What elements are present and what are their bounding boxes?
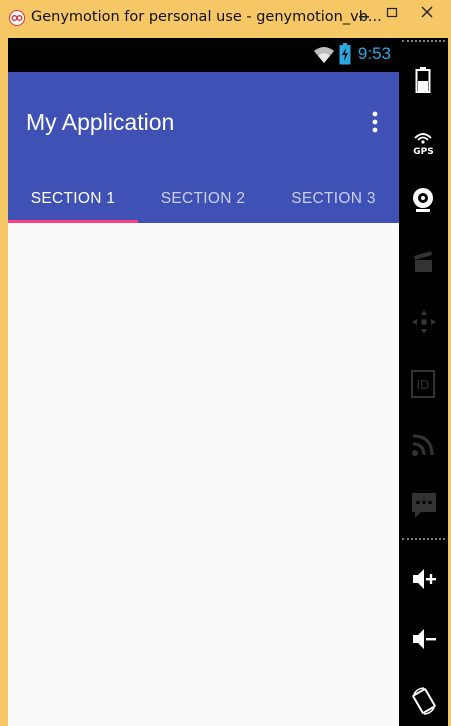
sms-widget-button[interactable] <box>399 480 448 530</box>
volume-down-button[interactable] <box>399 614 448 664</box>
app-toolbar: My Application SECTION 1 SECTION 2 SECTI… <box>8 72 399 223</box>
cast-widget-button[interactable] <box>399 419 448 469</box>
status-time: 9:53 <box>357 44 391 63</box>
wifi-icon <box>314 47 334 63</box>
tab-section-1[interactable]: SECTION 1 <box>8 175 138 223</box>
id-icon: ID <box>411 370 435 398</box>
webcam-icon <box>413 188 433 212</box>
battery-charging-icon <box>339 43 351 65</box>
separator <box>402 538 445 540</box>
svg-text:ID: ID <box>417 378 430 392</box>
tab-bar: SECTION 1 SECTION 2 SECTION 3 <box>8 175 399 223</box>
window-title: Genymotion for personal use - genymotion… <box>31 9 382 25</box>
maximize-icon[interactable] <box>379 2 405 24</box>
gps-label: GPS <box>413 147 434 157</box>
device-id-widget-button[interactable]: ID <box>399 358 448 408</box>
cast-icon <box>412 434 434 456</box>
dpad-widget-button[interactable] <box>399 297 448 347</box>
rotate-icon <box>412 687 436 715</box>
volume-down-icon <box>413 629 436 649</box>
sms-icon <box>412 493 436 518</box>
dpad-icon <box>412 310 436 334</box>
android-statusbar: 9:53 <box>8 38 399 72</box>
more-vert-icon[interactable] <box>368 108 382 136</box>
battery-widget-button[interactable] <box>399 55 448 105</box>
window-titlebar[interactable]: Genymotion for personal use - genymotion… <box>0 0 451 38</box>
battery-icon <box>415 67 431 93</box>
volume-up-icon <box>413 569 436 589</box>
gps-icon <box>414 133 432 144</box>
genymotion-logo-icon <box>9 10 25 26</box>
separator <box>402 40 445 42</box>
genymotion-toolbar: GPS ID <box>399 38 448 726</box>
close-icon[interactable] <box>407 2 447 24</box>
volume-up-button[interactable] <box>399 554 448 604</box>
media-widget-button[interactable] <box>399 236 448 286</box>
tab-section-2[interactable]: SECTION 2 <box>138 175 268 223</box>
gps-widget-button[interactable]: GPS <box>399 118 448 168</box>
rotate-button[interactable] <box>399 674 448 724</box>
app-title: My Application <box>26 109 175 135</box>
tab-section-3[interactable]: SECTION 3 <box>268 175 399 223</box>
media-icon <box>414 251 432 272</box>
tab-content-area <box>8 223 399 726</box>
device-screen: 9:53 My Application SECTION 1 SECTION 2 … <box>8 38 399 726</box>
genymotion-window: Genymotion for personal use - genymotion… <box>0 0 451 726</box>
minimize-icon[interactable] <box>351 2 377 24</box>
webcam-widget-button[interactable] <box>399 175 448 225</box>
